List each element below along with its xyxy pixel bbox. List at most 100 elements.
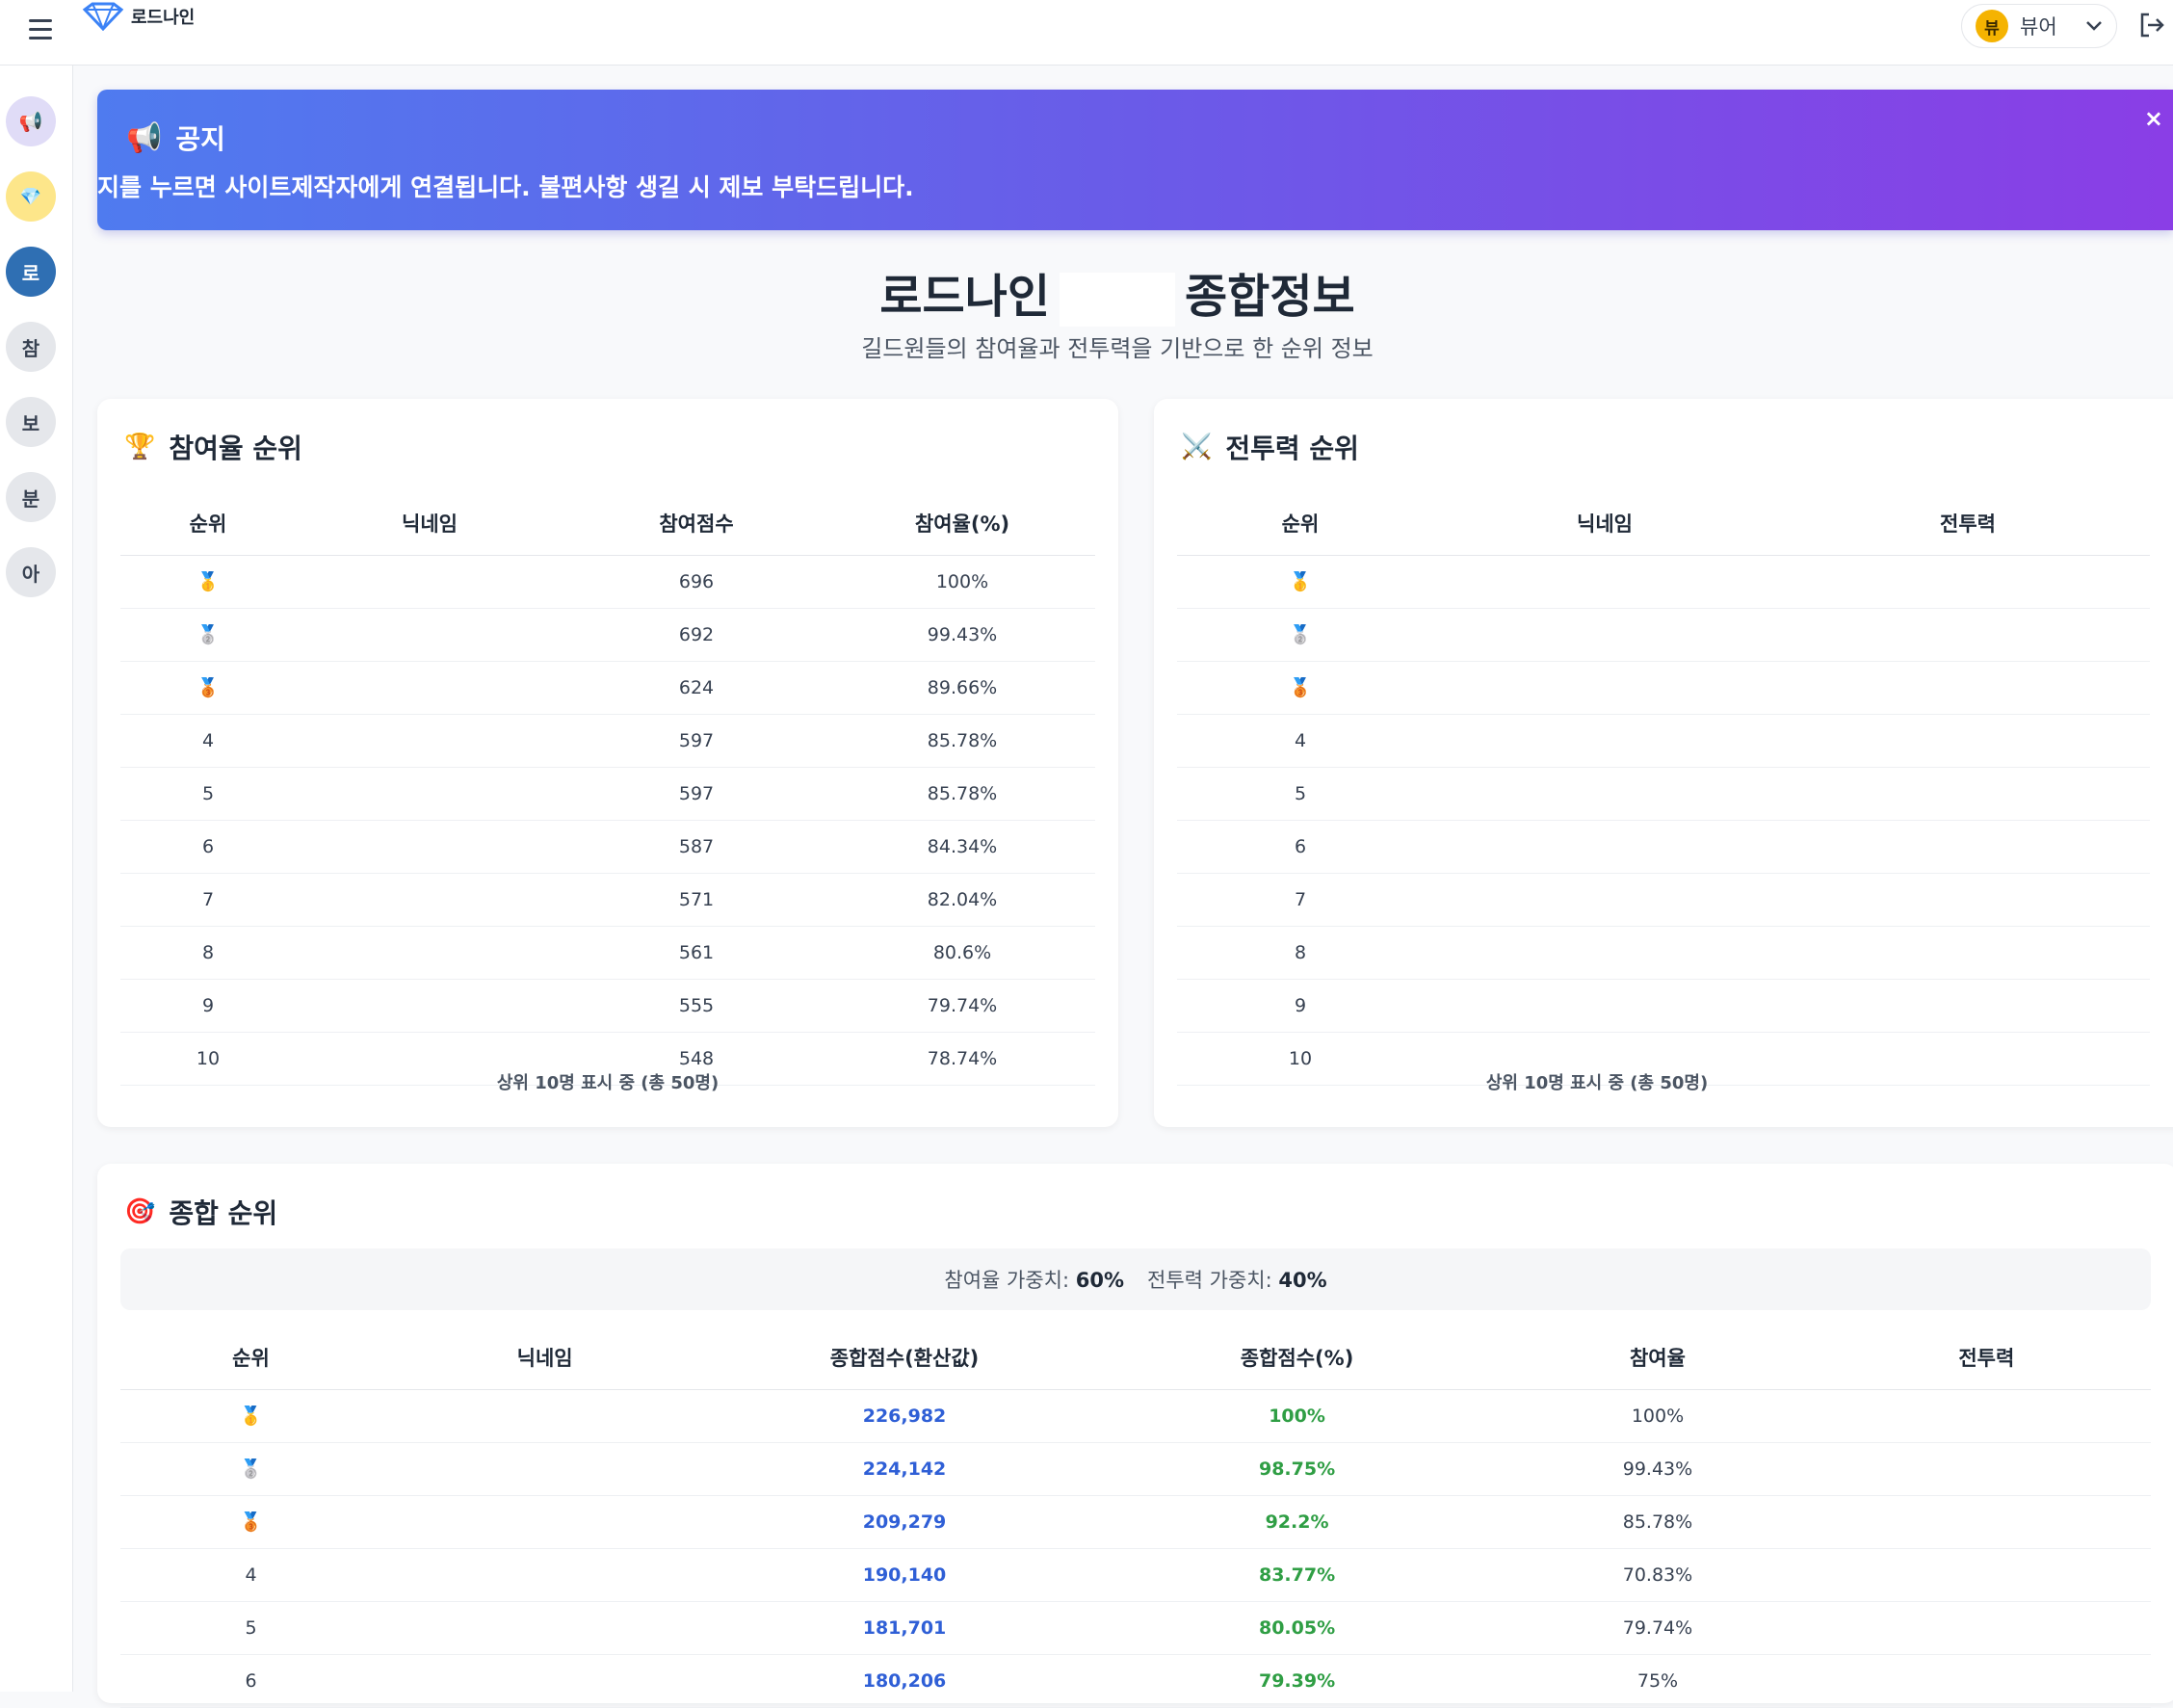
logout-icon[interactable] — [2136, 10, 2167, 40]
weight-summary: 참여율 가중치: 60% 전투력 가중치: 40% — [120, 1248, 2151, 1310]
total-percent-cell: 80.05% — [1100, 1601, 1494, 1655]
column-header[interactable]: 닉네임 — [296, 491, 563, 556]
table-row[interactable]: 4 — [1177, 714, 2150, 768]
column-header[interactable]: 순위 — [1177, 491, 1424, 556]
table-row[interactable]: 4 190,140 83.77% 70.83% — [120, 1548, 2151, 1602]
column-header[interactable]: 닉네임 — [380, 1326, 709, 1390]
table-row[interactable]: 8 — [1177, 926, 2150, 980]
sidebar-item-notice[interactable]: 📢 — [6, 96, 56, 146]
page-title-right: 종합정보 — [1185, 270, 1355, 324]
notice-banner: 📢 공지 지를 누르면 사이트제작자에게 연결됩니다. 불편사항 생길 시 제보… — [97, 90, 2173, 230]
column-header[interactable]: 순위 — [120, 491, 296, 556]
rank-cell: 7 — [120, 873, 296, 927]
table-row[interactable]: 4 597 85.78% — [120, 714, 1095, 768]
column-header[interactable]: 참여점수 — [563, 491, 829, 556]
rank-cell: 4 — [1177, 714, 1424, 768]
total-percent-cell: 98.75% — [1100, 1442, 1494, 1496]
logo-text: 로드나인 — [131, 8, 196, 28]
table-row[interactable]: 🥉 209,279 92.2% 85.78% — [120, 1495, 2151, 1549]
participation-rate-cell: 99.43% — [829, 608, 1095, 662]
column-header[interactable]: 참여율(%) — [829, 491, 1095, 556]
combat-power-cell — [1786, 714, 2150, 768]
combat-power-cell — [1821, 1548, 2151, 1602]
participation-rate-cell: 100% — [829, 555, 1095, 609]
rank-cell: 6 — [120, 820, 296, 874]
column-header[interactable]: 종합점수(환산값) — [708, 1326, 1101, 1390]
participation-score-cell: 692 — [563, 608, 829, 662]
rank-cell: 🥇 — [120, 1389, 381, 1443]
column-header[interactable]: 순위 — [120, 1326, 381, 1390]
table-row[interactable]: 7 — [1177, 873, 2150, 927]
weight-participation: 참여율 가중치: 60% — [944, 1269, 1124, 1292]
table-row[interactable]: 🥈 692 99.43% — [120, 608, 1095, 662]
nickname-cell — [296, 555, 563, 609]
table-header-row: 순위 닉네임 참여점수 참여율(%) — [120, 491, 1095, 556]
card-title: 🏆 참여율 순위 — [124, 428, 302, 466]
column-header[interactable]: 닉네임 — [1424, 491, 1786, 556]
hamburger-icon[interactable] — [23, 12, 58, 46]
notice-message[interactable]: 지를 누르면 사이트제작자에게 연결됩니다. 불편사항 생길 시 제보 부탁드립… — [97, 169, 914, 203]
total-score-cell: 181,701 — [708, 1601, 1101, 1655]
table-row[interactable]: 🥈 — [1177, 608, 2150, 662]
table-row[interactable]: 6 180,206 79.39% 75% — [120, 1654, 2151, 1708]
table-row[interactable]: 🥉 — [1177, 661, 2150, 715]
nickname-cell — [296, 873, 563, 927]
sidebar-item-boss[interactable]: 보 — [6, 397, 56, 447]
crossed-swords-icon: ⚔️ — [1181, 433, 1213, 461]
combat-footer: 상위 10명 표시 중 (총 50명) — [1485, 1073, 1709, 1093]
participation-score-cell: 561 — [563, 926, 829, 980]
table-row[interactable]: 5 — [1177, 767, 2150, 821]
megaphone-icon: 📢 — [126, 120, 163, 155]
diamond-icon: 💎 — [19, 186, 42, 207]
participation-rate-cell: 70.83% — [1493, 1548, 1822, 1602]
column-header[interactable]: 전투력 — [1821, 1326, 2151, 1390]
rank-cell: 6 — [1177, 820, 1424, 874]
nickname-cell — [296, 661, 563, 715]
target-icon: 🎯 — [124, 1197, 156, 1226]
rank-cell: 8 — [120, 926, 296, 980]
total-score-cell: 180,206 — [708, 1654, 1101, 1708]
table-row[interactable]: 🥈 224,142 98.75% 99.43% — [120, 1442, 2151, 1496]
table-row[interactable]: 6 — [1177, 820, 2150, 874]
combat-power-cell — [1821, 1654, 2151, 1708]
close-icon[interactable]: × — [2144, 105, 2163, 132]
participation-rate-cell: 85.78% — [1493, 1495, 1822, 1549]
table-row[interactable]: 5 181,701 80.05% 79.74% — [120, 1601, 2151, 1655]
rank-cell: 9 — [120, 979, 296, 1033]
table-row[interactable]: 9 555 79.74% — [120, 979, 1095, 1033]
table-row[interactable]: 6 587 84.34% — [120, 820, 1095, 874]
sidebar-item-distribution[interactable]: 분 — [6, 472, 56, 522]
combat-power-cell — [1821, 1601, 2151, 1655]
table-row[interactable]: 7 571 82.04% — [120, 873, 1095, 927]
page-title-left: 로드나인 — [879, 270, 1050, 324]
column-header[interactable]: 종합점수(%) — [1100, 1326, 1494, 1390]
participation-rate-cell: 85.78% — [829, 714, 1095, 768]
table-row[interactable]: 9 — [1177, 979, 2150, 1033]
rank-cell: 🥈 — [120, 1442, 381, 1496]
table-row[interactable]: 8 561 80.6% — [120, 926, 1095, 980]
combat-power-cell — [1786, 555, 2150, 609]
user-menu-button[interactable]: 뷰 뷰어 — [1961, 4, 2117, 48]
sidebar-item-diamond[interactable]: 💎 — [6, 171, 56, 222]
sidebar-item-item[interactable]: 아 — [6, 547, 56, 597]
table-row[interactable]: 🥇 — [1177, 555, 2150, 609]
participation-footer: 상위 10명 표시 중 (총 50명) — [496, 1073, 720, 1093]
logo[interactable]: 로드나인 — [81, 2, 195, 31]
avatar: 뷰 — [1976, 10, 2008, 42]
rank-cell: 9 — [1177, 979, 1424, 1033]
nickname-cell — [1424, 926, 1786, 980]
table-row[interactable]: 🥇 226,982 100% 100% — [120, 1389, 2151, 1443]
column-header[interactable]: 참여율 — [1493, 1326, 1822, 1390]
nickname-cell — [1424, 555, 1786, 609]
column-header[interactable]: 전투력 — [1786, 491, 2150, 556]
rank-cell: 7 — [1177, 873, 1424, 927]
table-row[interactable]: 🥉 624 89.66% — [120, 661, 1095, 715]
table-row[interactable]: 5 597 85.78% — [120, 767, 1095, 821]
rank-cell: 5 — [120, 1601, 381, 1655]
participation-rate-cell: 85.78% — [829, 767, 1095, 821]
nickname-cell — [1424, 714, 1786, 768]
nickname-cell — [296, 608, 563, 662]
user-name: 뷰어 — [2020, 15, 2057, 39]
nickname-cell — [296, 926, 563, 980]
table-row[interactable]: 🥇 696 100% — [120, 555, 1095, 609]
